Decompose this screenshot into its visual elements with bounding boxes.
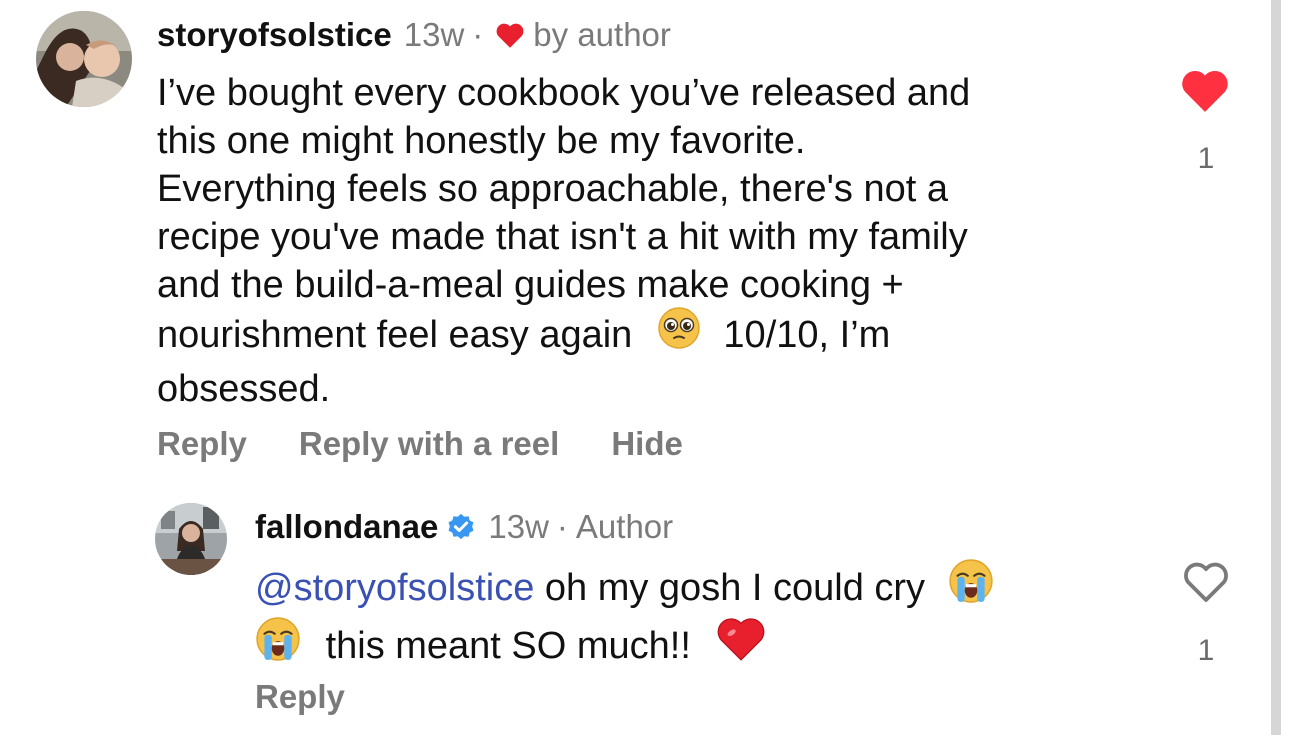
reply-button[interactable]: Reply (255, 678, 345, 716)
reply-actions: Reply (255, 678, 397, 716)
comment-line: and the build-a-meal guides make cooking… (157, 264, 904, 306)
loudly-crying-face-emoji (255, 616, 301, 674)
like-count: 1 (1197, 634, 1215, 667)
comment-line: obsessed. (157, 368, 331, 410)
scrollbar[interactable] (1271, 0, 1281, 735)
heart-outline-icon (1184, 562, 1228, 602)
separator-dot: · (556, 508, 568, 545)
reply-header: fallondanae 13w · Author (255, 508, 673, 546)
reply-line: this meant SO much!! (255, 616, 994, 677)
pleading-face-emoji (657, 306, 701, 362)
like-button[interactable] (1182, 560, 1230, 609)
verified-badge-icon (446, 512, 476, 550)
comment-username[interactable]: storyofsolstice (157, 16, 392, 54)
comment-line: Everything feels so approachable, there'… (157, 168, 948, 210)
liked-by-author-label: by author (533, 16, 671, 53)
comment-line: this one might honestly be my favorite. (157, 120, 806, 162)
comment-line: nourishment feel easy again 10/10, I’m (157, 306, 970, 365)
reply-line-text: oh my gosh I could cry (544, 567, 926, 610)
heart-icon (495, 19, 525, 57)
reply-line: @storyofsolstice oh my gosh I could cry (255, 558, 994, 619)
mention-link[interactable]: @storyofsolstice (255, 567, 534, 609)
loudly-crying-face-emoji (948, 558, 994, 616)
reply-text: @storyofsolstice oh my gosh I could cry (255, 558, 994, 677)
comment-line-text: nourishment feel easy again (157, 314, 633, 357)
avatar[interactable] (36, 11, 132, 107)
comment-header: storyofsolstice 13w · by author (157, 16, 671, 54)
reply-line-text: this meant SO much!! (325, 625, 691, 668)
comment-actions: Reply Reply with a reel Hide (157, 425, 735, 463)
separator-dot: · (472, 16, 484, 53)
like-button[interactable] (1180, 68, 1230, 119)
reply-username[interactable]: fallondanae (255, 508, 438, 546)
reply-button[interactable]: Reply (157, 425, 247, 463)
reply-with-reel-button[interactable]: Reply with a reel (299, 425, 559, 463)
comment-line-text: 10/10, I’m (723, 314, 891, 357)
comment-time: 13w (403, 16, 465, 53)
comment-line: recipe you've made that isn't a hit with… (157, 216, 968, 258)
comment-text: I’ve bought every cookbook you’ve releas… (157, 69, 970, 413)
reply-time: 13w (488, 508, 549, 545)
comment-line: I’ve bought every cookbook you’ve releas… (157, 72, 971, 114)
like-count: 1 (1197, 142, 1215, 175)
author-label: Author (575, 508, 674, 545)
hide-button[interactable]: Hide (611, 425, 683, 463)
red-heart-emoji (716, 616, 766, 674)
heart-filled-icon (1182, 70, 1228, 112)
avatar[interactable] (155, 503, 227, 575)
